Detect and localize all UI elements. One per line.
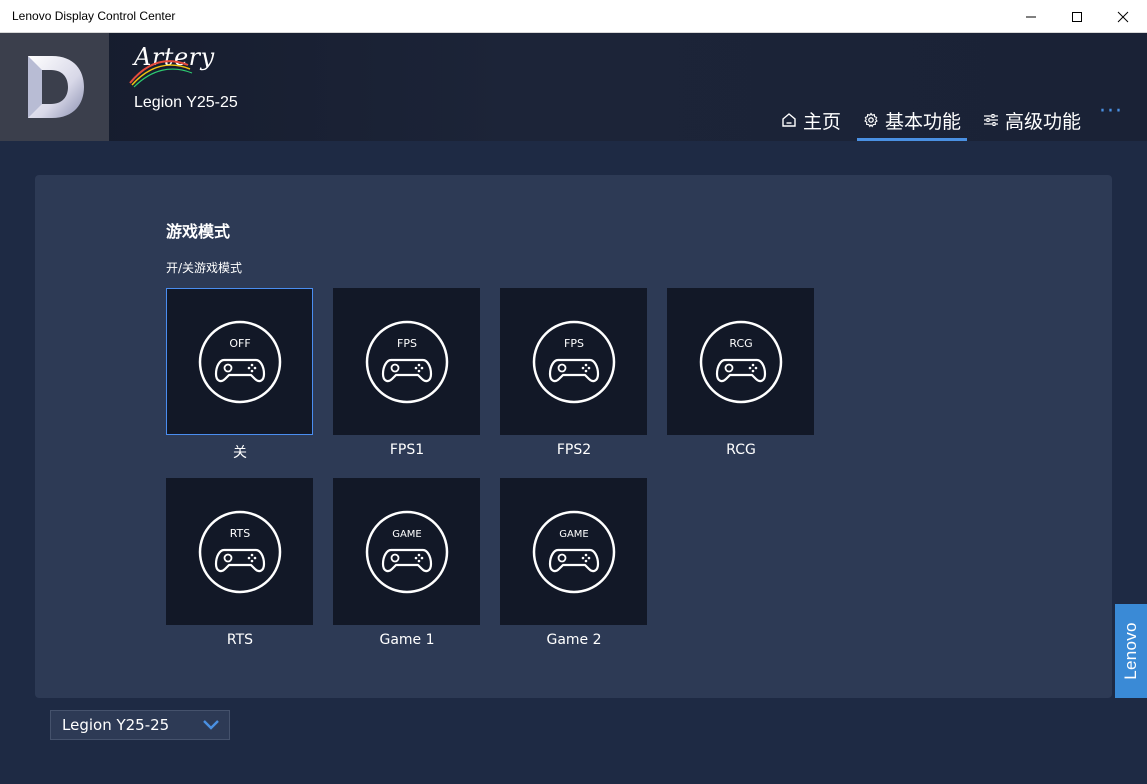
mode-option-game2: GAME Game 2 — [500, 478, 648, 648]
tab-basic-functions[interactable]: 基本功能 — [856, 103, 968, 141]
monitor-select[interactable]: Legion Y25-25 — [50, 710, 230, 740]
artery-swoosh-icon — [129, 60, 193, 88]
mode-label: FPS1 — [389, 442, 425, 458]
mode-option-off: OFF 关 — [166, 288, 314, 462]
mode-label: Game 1 — [379, 632, 435, 648]
mode-option-game1: GAME Game 1 — [333, 478, 481, 648]
mode-label: 关 — [233, 445, 247, 461]
mode-badge: FPS — [564, 337, 584, 350]
section-title: 游戏模式 — [166, 222, 231, 241]
mode-tile[interactable]: RCG — [667, 288, 814, 435]
mode-badge: FPS — [397, 337, 417, 350]
monitor-select-value: Legion Y25-25 — [62, 716, 170, 734]
chevron-down-icon — [203, 720, 219, 730]
mode-option-fps1: FPS FPS1 — [333, 288, 481, 458]
gamepad-icon: GAME — [365, 510, 448, 593]
title-bar: Lenovo Display Control Center — [0, 0, 1147, 33]
game-mode-panel: 游戏模式 开/关游戏模式 OFF 关 FPS FPS1 FPS FPS2 RCG… — [35, 175, 1112, 698]
sliders-icon — [984, 114, 998, 126]
mode-label: RCG — [726, 442, 756, 458]
tab-advanced-functions-label: 高级功能 — [1005, 110, 1082, 133]
maximize-button[interactable] — [1054, 0, 1100, 33]
close-button[interactable] — [1100, 0, 1146, 33]
app-header: Artery Legion Y25-25 主页 基本功能 高级功能 ··· — [0, 33, 1147, 141]
mode-tile[interactable]: RTS — [166, 478, 313, 625]
mode-option-rcg: RCG RCG — [667, 288, 815, 458]
tab-basic-functions-label: 基本功能 — [884, 110, 961, 133]
brand-logo: Artery — [129, 43, 215, 88]
gamepad-icon: FPS — [365, 320, 448, 403]
mode-badge: OFF — [229, 337, 250, 350]
tab-home-label: 主页 — [802, 110, 841, 133]
app-logo — [0, 33, 109, 141]
tab-advanced-functions[interactable]: 高级功能 — [977, 103, 1087, 133]
minimize-button[interactable] — [1008, 0, 1054, 33]
app-logo-icon — [27, 56, 84, 118]
more-menu-button[interactable]: ··· — [1099, 101, 1123, 123]
model-name: Legion Y25-25 — [134, 94, 238, 111]
mode-badge: RTS — [229, 527, 250, 540]
minimize-icon — [1026, 16, 1036, 17]
mode-badge: RCG — [729, 337, 752, 350]
mode-tile[interactable]: FPS — [333, 288, 480, 435]
mode-label: Game 2 — [546, 632, 602, 648]
mode-option-fps2: FPS FPS2 — [500, 288, 648, 458]
mode-label: RTS — [226, 632, 254, 648]
close-icon — [1117, 11, 1129, 22]
lenovo-badge: Lenovo — [1115, 604, 1147, 698]
mode-badge: GAME — [559, 529, 589, 540]
gamepad-icon: FPS — [532, 320, 615, 403]
tab-home[interactable]: 主页 — [775, 103, 847, 133]
gamepad-icon: RTS — [198, 510, 281, 593]
home-icon — [782, 113, 796, 127]
maximize-icon — [1072, 11, 1082, 22]
mode-tile[interactable]: GAME — [333, 478, 480, 625]
mode-option-rts: RTS RTS — [166, 478, 314, 648]
mode-tile[interactable]: FPS — [500, 288, 647, 435]
lenovo-badge-text: Lenovo — [1121, 622, 1141, 680]
gamepad-icon: OFF — [198, 320, 281, 403]
gamepad-icon: RCG — [699, 320, 782, 403]
mode-badge: GAME — [392, 529, 422, 540]
mode-label: FPS2 — [556, 442, 592, 458]
main-nav: 主页 基本功能 高级功能 ··· — [765, 101, 1147, 141]
window-title: Lenovo Display Control Center — [12, 9, 176, 23]
gear-icon — [864, 112, 878, 128]
gamepad-icon: GAME — [532, 510, 615, 593]
mode-tile[interactable]: GAME — [500, 478, 647, 625]
mode-tile[interactable]: OFF — [166, 288, 313, 435]
section-subtitle: 开/关游戏模式 — [166, 261, 243, 275]
